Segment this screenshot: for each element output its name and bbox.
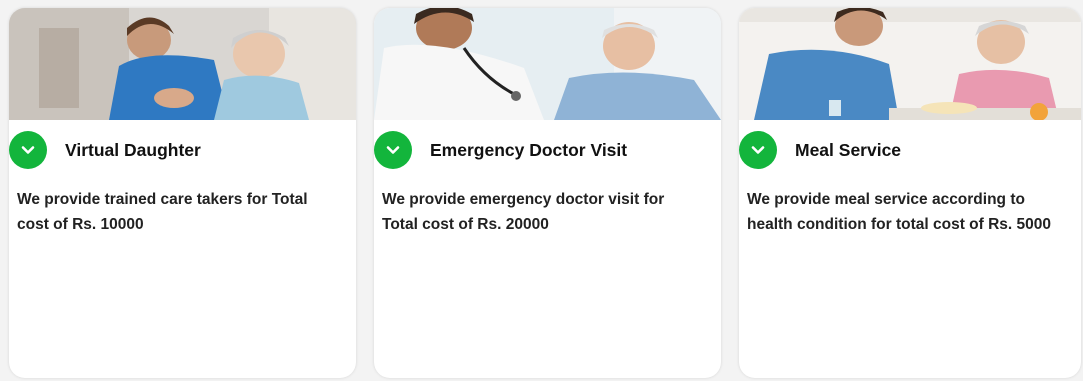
service-description: We provide trained care takers for Total…: [17, 191, 308, 233]
chevron-down-icon[interactable]: [374, 131, 412, 169]
service-title: Virtual Daughter: [65, 139, 201, 160]
service-heading: Meal Service: [739, 131, 902, 169]
service-description: We provide meal service according to hea…: [747, 191, 1052, 233]
service-card-meal-service[interactable]: Meal Service We provide meal service acc…: [739, 8, 1081, 378]
chevron-down-icon[interactable]: [9, 131, 47, 169]
service-card-emergency-doctor-visit[interactable]: Emergency Doctor Visit We provide emerge…: [374, 8, 721, 378]
service-heading: Virtual Daughter: [9, 131, 201, 169]
meal-photo: [739, 8, 1081, 120]
chevron-down-icon[interactable]: [739, 131, 777, 169]
service-description: We provide emergency doctor visit for To…: [382, 191, 665, 233]
service-title: Meal Service: [795, 139, 902, 160]
caregiver-photo: [9, 8, 356, 120]
service-title: Emergency Doctor Visit: [430, 139, 628, 160]
services-row: Virtual Daughter We provide trained care…: [0, 0, 1083, 381]
doctor-photo: [374, 8, 721, 120]
service-heading: Emergency Doctor Visit: [374, 131, 628, 169]
service-card-virtual-daughter[interactable]: Virtual Daughter We provide trained care…: [9, 8, 356, 378]
